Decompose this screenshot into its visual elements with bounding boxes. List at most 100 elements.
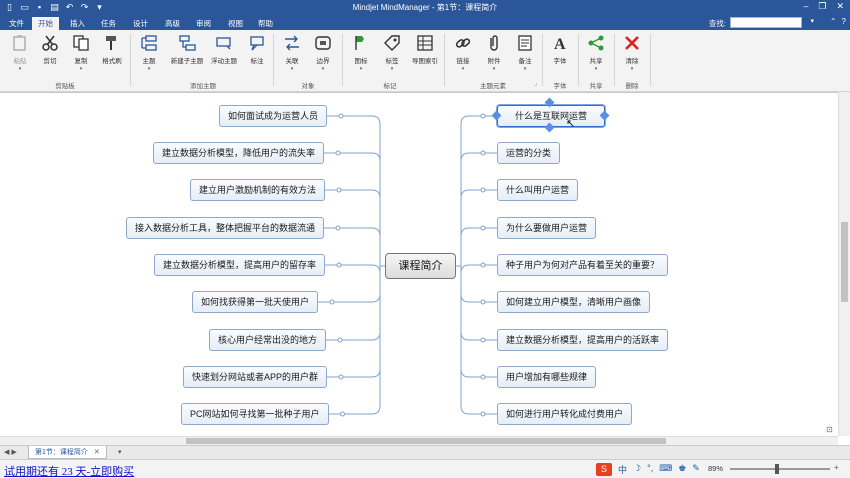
- left-topic[interactable]: PC网站如何寻找第一批种子用户: [181, 403, 329, 425]
- link-button[interactable]: 链接 ▾: [448, 34, 478, 72]
- search-dropdown-icon[interactable]: ▾: [810, 17, 814, 25]
- scroll-thumb[interactable]: [841, 222, 848, 302]
- help-icon[interactable]: ?: [842, 17, 846, 26]
- trial-link[interactable]: 试用期还有 23 天-立即购买: [4, 463, 134, 478]
- map-index-button[interactable]: 导图索引: [408, 34, 442, 65]
- close-button[interactable]: ✕: [836, 1, 844, 12]
- tab-design[interactable]: 设计: [127, 17, 154, 30]
- share-button[interactable]: 共享 ▾: [581, 34, 611, 72]
- window-title: Mindjet MindManager - 第1节：课程简介: [352, 3, 498, 12]
- tag-icon: [384, 35, 400, 51]
- tab-insert[interactable]: 插入: [64, 17, 91, 30]
- document-tab[interactable]: 第1节：课程简介 ✕: [28, 446, 107, 459]
- markers-button[interactable]: 图标 ▾: [346, 34, 376, 72]
- clear-button[interactable]: 清除 ▾: [617, 34, 647, 72]
- horizontal-scrollbar[interactable]: [0, 436, 838, 445]
- right-topic[interactable]: 如何进行用户转化成付费用户: [497, 403, 633, 425]
- share-icon: [588, 35, 604, 51]
- cut-button[interactable]: 剪切: [35, 34, 65, 65]
- ribbon-separator: [342, 34, 343, 86]
- left-topic[interactable]: 建立用户激励机制的有效方法: [190, 179, 326, 201]
- title-bar: ▯ ▭ ▪ ▤ ↶ ↷ ▾ Mindjet MindManager - 第1节：…: [0, 0, 850, 16]
- ime-skin-icon[interactable]: ♚: [678, 463, 686, 476]
- floating-topic-button[interactable]: 浮动主题: [208, 34, 240, 65]
- ribbon-separator: [273, 34, 274, 86]
- group-label-font: 字体: [553, 83, 567, 90]
- topic-button[interactable]: 主题 ▾: [134, 34, 164, 72]
- tab-view[interactable]: 视图: [222, 17, 249, 30]
- subtopic-icon: [179, 35, 196, 51]
- tab-task[interactable]: 任务: [95, 17, 122, 30]
- copy-button[interactable]: 复制 ▾: [66, 34, 96, 72]
- minimize-button[interactable]: –: [803, 1, 808, 12]
- left-topic[interactable]: 建立数据分析模型，提高用户的留存率: [154, 254, 326, 276]
- tab-home[interactable]: 开始: [32, 17, 59, 30]
- tab-review[interactable]: 审阅: [190, 17, 217, 30]
- right-topic[interactable]: 运营的分类: [497, 142, 561, 164]
- search-input[interactable]: [730, 17, 802, 28]
- left-topic[interactable]: 建立数据分析模型，降低用户的流失率: [153, 142, 325, 164]
- ime-tools-icon[interactable]: ✎: [692, 463, 700, 476]
- right-topic[interactable]: 如何建立用户模型，清晰用户画像: [497, 291, 651, 313]
- boundary-button[interactable]: 边界 ▾: [308, 34, 338, 72]
- tab-file[interactable]: 文件: [3, 17, 30, 30]
- fit-map-icon[interactable]: ⊡: [826, 425, 833, 434]
- central-topic[interactable]: 课程简介: [385, 253, 456, 279]
- ime-language[interactable]: 中: [618, 463, 627, 476]
- right-topic[interactable]: 为什么要做用户运营: [497, 217, 597, 239]
- tab-help[interactable]: 帮助: [252, 17, 279, 30]
- ribbon-separator: [542, 34, 543, 86]
- left-topic[interactable]: 核心用户经常出没的地方: [209, 329, 327, 351]
- document-tab-label: 第1节：课程简介: [35, 449, 88, 456]
- map-index-icon: [417, 35, 433, 51]
- font-button[interactable]: A 字体: [545, 34, 575, 65]
- zoom-slider[interactable]: [730, 464, 830, 474]
- attachment-button[interactable]: 附件 ▾: [479, 34, 509, 72]
- ime-moon-icon[interactable]: ☽: [633, 463, 641, 476]
- vertical-scrollbar[interactable]: [838, 92, 850, 436]
- right-topic[interactable]: 用户增加有哪些规律: [497, 366, 597, 388]
- tab-advanced[interactable]: 高级: [159, 17, 186, 30]
- format-painter-button[interactable]: 格式刷: [97, 34, 127, 65]
- scroll-thumb[interactable]: [186, 438, 666, 444]
- right-topic[interactable]: 种子用户为何对产品有着至关的重要？: [497, 254, 669, 276]
- ribbon-separator: [444, 34, 445, 86]
- markers-icon: [355, 36, 364, 50]
- zoom-in-icon[interactable]: +: [834, 463, 839, 472]
- right-topic[interactable]: 建立数据分析模型，提高用户的活跃率: [497, 329, 669, 351]
- topic-icon: [141, 35, 157, 51]
- relationship-button[interactable]: 关联 ▾: [277, 34, 307, 72]
- ribbon-separator: [614, 34, 615, 86]
- notes-button[interactable]: 备注 ▾: [510, 34, 540, 72]
- left-topic[interactable]: 如何面试成为运营人员: [219, 105, 328, 127]
- document-tab-bar: ◀ ▶ 第1节：课程简介 ✕ ▾: [0, 445, 850, 459]
- ribbon-tabs: 文件 开始 插入 任务 设计 高级 审阅 视图 帮助 查找: ▾ ⌃ ?: [0, 16, 850, 30]
- ribbon-separator: [578, 34, 579, 86]
- ime-keyboard-icon[interactable]: ⌨: [659, 463, 672, 476]
- ime-punct-icon[interactable]: °,: [647, 463, 653, 476]
- dialog-launcher-icon[interactable]: ⌟: [534, 80, 537, 87]
- tab-scroll-icon[interactable]: ◀ ▶: [4, 448, 17, 456]
- ribbon: 粘贴 ▾ 剪切 复制 ▾ 格式刷 剪贴板 主题 ▾ 新建子主题 浮动主题 标注 …: [0, 30, 850, 92]
- scissors-icon: [42, 35, 58, 51]
- left-topic[interactable]: 快速划分网站或者APP的用户群: [183, 366, 328, 388]
- right-topic[interactable]: 什么叫用户运营: [497, 179, 579, 201]
- sogou-ime-icon[interactable]: S: [596, 463, 612, 476]
- tab-menu-icon[interactable]: ▾: [118, 448, 122, 456]
- left-topic[interactable]: 如何找获得第一批天使用户: [192, 291, 319, 313]
- new-subtopic-button[interactable]: 新建子主题: [170, 34, 204, 65]
- search-label: 查找:: [708, 19, 726, 28]
- svg-text:A: A: [554, 36, 566, 52]
- relationship-icon: [285, 35, 299, 51]
- restore-button[interactable]: ❐: [818, 1, 826, 12]
- left-topic[interactable]: 接入数据分析工具，整体把握平台的数据流通: [126, 217, 325, 239]
- close-tab-icon[interactable]: ✕: [94, 449, 100, 456]
- callout-button[interactable]: 标注: [242, 34, 272, 65]
- zoom-slider-knob[interactable]: [775, 464, 779, 474]
- tags-button[interactable]: 标签 ▾: [377, 34, 407, 72]
- collapse-ribbon-icon[interactable]: ⌃: [830, 17, 837, 26]
- ribbon-separator: [130, 34, 131, 86]
- group-label-clipboard: 剪贴板: [55, 83, 75, 90]
- group-label-markers: 标记: [383, 83, 397, 90]
- paste-button[interactable]: 粘贴 ▾: [5, 34, 35, 72]
